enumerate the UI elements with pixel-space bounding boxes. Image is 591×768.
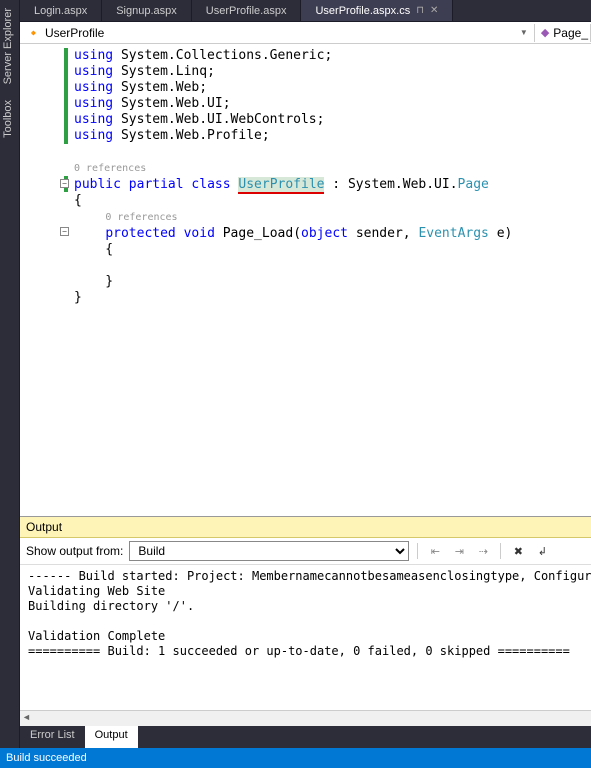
- fold-toggle[interactable]: −: [60, 179, 69, 188]
- nav-member-label: Page_: [553, 26, 588, 40]
- separator: [417, 543, 418, 559]
- side-tab-toolbox[interactable]: Toolbox: [0, 92, 19, 146]
- output-source-select[interactable]: Build: [129, 541, 409, 561]
- tab-login[interactable]: Login.aspx: [20, 0, 102, 21]
- bottom-tool-tabs: Error List Output: [20, 726, 591, 748]
- codelens[interactable]: 0 references: [74, 163, 146, 174]
- next-message-icon[interactable]: ⇥: [450, 542, 468, 560]
- nav-type-dropdown[interactable]: 🔸 UserProfile ▼: [20, 24, 535, 42]
- tab-signup[interactable]: Signup.aspx: [102, 0, 192, 21]
- nav-type-label: UserProfile: [45, 26, 104, 40]
- output-hscroll[interactable]: [20, 710, 591, 726]
- tab-output[interactable]: Output: [85, 726, 138, 748]
- output-panel: Output Show output from: Build ⇤ ⇥ ⇢ ✖ ↲…: [20, 516, 591, 726]
- class-icon: 🔸: [26, 26, 41, 40]
- pin-icon[interactable]: ⊓: [416, 5, 424, 16]
- side-tab-server-explorer[interactable]: Server Explorer: [0, 0, 19, 92]
- fold-toggle[interactable]: −: [60, 227, 69, 236]
- code-editor[interactable]: − − using System.Collections.Generic; us…: [20, 44, 591, 516]
- code-content[interactable]: using System.Collections.Generic; using …: [68, 44, 591, 516]
- status-text: Build succeeded: [6, 752, 87, 764]
- output-title: Output: [20, 517, 591, 538]
- separator: [500, 543, 501, 559]
- prev-message-icon[interactable]: ⇤: [426, 542, 444, 560]
- tab-label: Signup.aspx: [116, 5, 177, 17]
- side-tool-tabs: Server Explorer Toolbox: [0, 0, 20, 748]
- close-icon[interactable]: ✕: [430, 5, 438, 16]
- tab-userprofile-aspx[interactable]: UserProfile.aspx: [192, 0, 302, 21]
- tab-userprofile-cs[interactable]: UserProfile.aspx.cs ⊓ ✕: [301, 0, 453, 21]
- nav-bar: 🔸 UserProfile ▼ ◆ Page_: [20, 22, 591, 44]
- method-icon: ◆: [541, 26, 549, 39]
- editor-gutter: − −: [20, 44, 68, 516]
- codelens[interactable]: 0 references: [105, 212, 177, 223]
- output-source-label: Show output from:: [26, 544, 123, 558]
- status-bar: Build succeeded: [0, 748, 591, 768]
- tab-label: UserProfile.aspx: [206, 5, 287, 17]
- chevron-down-icon: ▼: [520, 28, 528, 37]
- tab-error-list[interactable]: Error List: [20, 726, 85, 748]
- nav-member-dropdown[interactable]: ◆ Page_: [535, 24, 591, 42]
- wrap-icon[interactable]: ↲: [533, 542, 551, 560]
- output-toolbar: Show output from: Build ⇤ ⇥ ⇢ ✖ ↲: [20, 538, 591, 565]
- tab-label: UserProfile.aspx.cs: [315, 5, 410, 17]
- clear-all-icon[interactable]: ✖: [509, 542, 527, 560]
- tab-label: Login.aspx: [34, 5, 87, 17]
- document-tabs: Login.aspx Signup.aspx UserProfile.aspx …: [20, 0, 591, 22]
- goto-message-icon[interactable]: ⇢: [474, 542, 492, 560]
- change-bar: [64, 48, 68, 144]
- output-text[interactable]: ------ Build started: Project: Membernam…: [20, 565, 591, 710]
